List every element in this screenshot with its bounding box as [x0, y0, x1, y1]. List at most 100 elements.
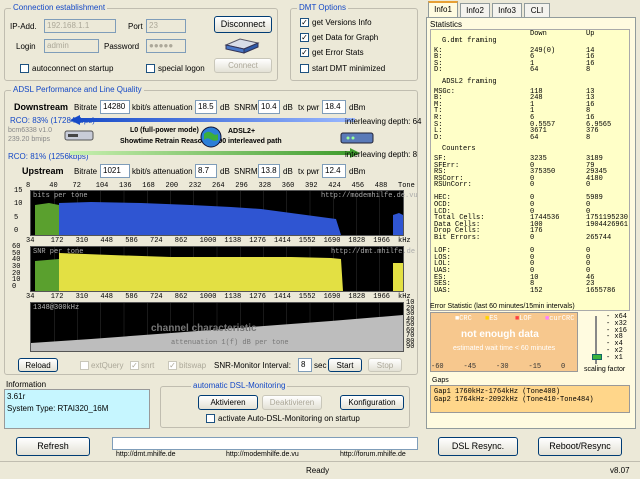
activate-button[interactable]: Aktivieren — [198, 395, 258, 410]
tone-tick: 40 — [49, 182, 58, 190]
autoconnect-label: autoconnect on startup — [32, 64, 114, 73]
modem-left-icon — [64, 128, 94, 142]
khz-tick: 172 — [50, 293, 64, 301]
us-tx-field[interactable]: 12.4 — [322, 164, 346, 178]
khz-tick: 1000 — [199, 237, 217, 245]
auto-startup-checkbox[interactable] — [206, 414, 215, 423]
tab-cli[interactable]: CLI — [524, 3, 550, 17]
versions-info-checkbox[interactable]: ✓ — [300, 18, 309, 27]
bitswap-checkbox[interactable]: ✓ — [168, 361, 177, 370]
tone-tick: 8 — [26, 182, 31, 190]
gdmt-heading: G.dmt framing — [442, 37, 497, 45]
khz-tick: 1552 — [298, 293, 316, 301]
login-field[interactable]: admin — [44, 39, 99, 53]
autoconnect-checkbox[interactable] — [20, 64, 29, 73]
err-x-tick: 0 — [561, 363, 566, 371]
graph-data-label: get Data for Graph — [312, 33, 379, 42]
ds-bitrate-unit: kbit/s — [132, 103, 151, 112]
reboot-resync-button[interactable]: Reboot/Resync — [538, 437, 622, 456]
us-att-field[interactable]: 8.7 — [195, 164, 217, 178]
stat-up: 8 — [586, 66, 591, 75]
downstream-snr-area — [59, 253, 343, 291]
ch-chart-title: channel characteristic — [151, 323, 257, 334]
stat-row: D: 64 8 — [434, 133, 626, 142]
ds-interleave: interleaving depth: 64 — [345, 117, 422, 126]
snrt-checkbox[interactable]: ✓ — [130, 361, 139, 370]
modem-right-icon — [340, 130, 374, 146]
ch-y-tick: 90 — [406, 343, 415, 351]
stat-up: 1655786 — [586, 286, 616, 295]
tone-tick: 72 — [72, 182, 81, 190]
error-stats-checkbox[interactable]: ✓ — [300, 48, 309, 57]
link-modemhilfe[interactable]: http://modemhilfe.de.vu — [226, 451, 299, 458]
tab-info3[interactable]: Info3 — [492, 3, 522, 17]
tab-info2[interactable]: Info2 — [460, 3, 490, 17]
counters-heading: Counters — [442, 145, 476, 154]
refresh-button[interactable]: Refresh — [16, 437, 90, 456]
stat-down: 64 — [530, 66, 539, 75]
bits-y-tick: 15 — [14, 187, 23, 195]
col-up-header: Up — [586, 30, 595, 38]
ch-yticks: 10 20 30 40 50 60 70 80 90 — [406, 299, 418, 352]
error-stats-label: get Error Stats — [312, 48, 364, 57]
link-dmt[interactable]: http://dmt.mhilfe.de — [116, 451, 176, 458]
stat-row: RSUnCorr: 0 0 — [434, 182, 626, 189]
special-logon-label: special logon — [158, 64, 205, 73]
login-label: Login — [16, 42, 36, 51]
ds-bitrate-label: Bitrate — [74, 103, 98, 112]
khz-tick: 1138 — [224, 293, 242, 301]
ip-field[interactable]: 192.168.1.1 — [44, 19, 116, 33]
tone-tick: 168 — [142, 182, 155, 190]
khz-tick: 34 — [26, 237, 35, 245]
scaling-slider[interactable] — [592, 316, 602, 364]
ds-att-field[interactable]: 18.5 — [195, 100, 217, 114]
tab-info1[interactable]: Info1 — [428, 1, 458, 18]
khz-tick: 1414 — [274, 293, 291, 301]
stat-down: 0 — [530, 234, 535, 243]
snr-per-tone-chart: SNR per tone http://dmt.mhilfe.de — [30, 246, 415, 295]
extquery-checkbox[interactable] — [80, 361, 89, 370]
khz-tick: 1276 — [249, 237, 266, 245]
stat-down: 64 — [530, 133, 539, 142]
ds-tx-field[interactable]: 18.4 — [322, 100, 346, 114]
statistics-panel: Down Up G.dmt framing K: 249(0) 14 B: 6 16 S: 1… — [430, 29, 630, 311]
us-bitrate-field[interactable]: 1021 — [100, 164, 130, 178]
error-stat-sub: estimated wait time < 60 minutes — [453, 345, 556, 352]
reload-button[interactable]: Reload — [18, 358, 58, 372]
snr-interval-field[interactable]: 8 — [298, 358, 312, 372]
khz-tick: 1966 — [373, 293, 390, 301]
us-att-label: attenuation — [153, 167, 193, 176]
gaps-box: Gap1 1760kHz-1764kHz (Tone408) Gap2 1764… — [430, 385, 630, 413]
password-label: Password — [104, 42, 140, 51]
us-snr-field[interactable]: 13.8 — [258, 164, 280, 178]
special-logon-checkbox[interactable] — [146, 64, 155, 73]
khz-tick: 1690 — [323, 293, 341, 301]
ds-bitrate-field[interactable]: 14280 — [100, 100, 130, 114]
dsl-resync-button[interactable]: DSL Resync. — [438, 437, 518, 456]
deactivate-button[interactable]: Deaktivieren — [262, 395, 322, 410]
downstream-snr-tail — [393, 263, 403, 291]
start-minimized-checkbox[interactable] — [300, 64, 309, 73]
error-stat-chart: ■CRC ■ES ■LOF ■curCRC not enough data estim… — [430, 312, 578, 372]
configuration-button[interactable]: Konfiguration — [340, 395, 404, 410]
scaling-slider-thumb[interactable] — [592, 354, 602, 360]
ip-label: IP-Add. — [10, 22, 37, 31]
graph-data-checkbox[interactable]: ✓ — [300, 33, 309, 42]
password-field[interactable]: ●●●●● — [146, 39, 186, 53]
stop-button[interactable]: Stop — [368, 358, 402, 372]
port-field[interactable]: 23 — [146, 19, 186, 33]
bits-per-tone-chart: bits per tone http://modemhilfe.de.vu — [30, 190, 418, 239]
start-button[interactable]: Start — [328, 358, 362, 372]
ds-snr-field[interactable]: 10.4 — [258, 100, 280, 114]
err-x-tick: -30 — [496, 363, 509, 371]
statistics-title: Statistics — [430, 20, 463, 29]
tone-tick: 200 — [165, 182, 179, 190]
adsl-mode-1: ADSL2+ — [228, 128, 256, 135]
link-forum[interactable]: http://forum.mhilfe.de — [340, 451, 406, 458]
stat-up: 1904426961 — [586, 220, 629, 229]
khz-tick: 724 — [150, 237, 163, 245]
khz-tick: 1966 — [373, 237, 390, 245]
connect-button[interactable]: Connect — [214, 58, 272, 73]
disconnect-button[interactable]: Disconnect — [214, 16, 272, 33]
us-bitrate-label: Bitrate — [74, 167, 98, 176]
